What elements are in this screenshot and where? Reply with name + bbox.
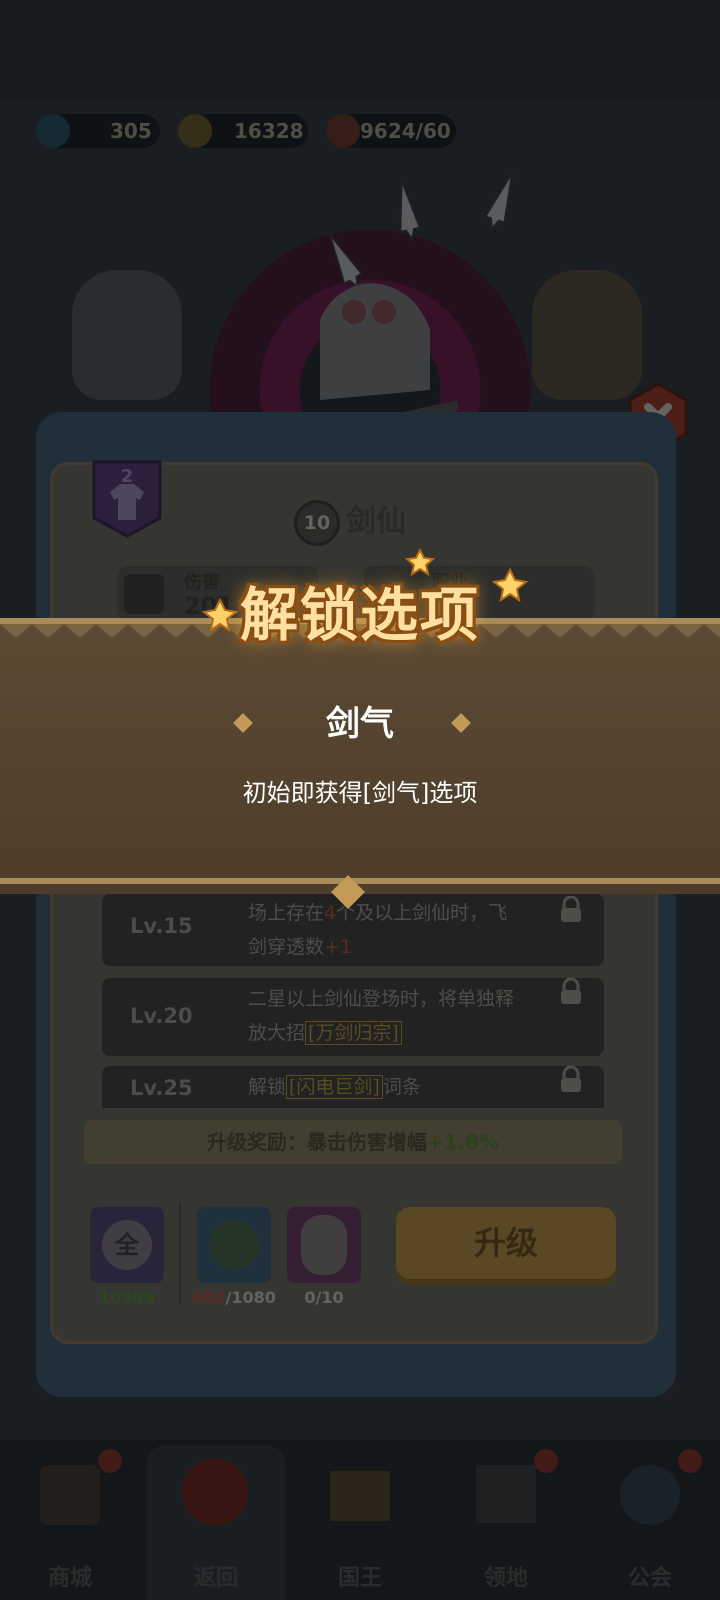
unlocked-option-description: 初始即获得[剑气]选项 xyxy=(242,779,478,807)
unlocked-option-name: 剑气 xyxy=(326,704,394,744)
unlock-option-title: 解锁选项 xyxy=(239,581,480,649)
banner-bottom-border xyxy=(0,878,720,884)
unlock-option-banner[interactable] xyxy=(0,618,720,894)
